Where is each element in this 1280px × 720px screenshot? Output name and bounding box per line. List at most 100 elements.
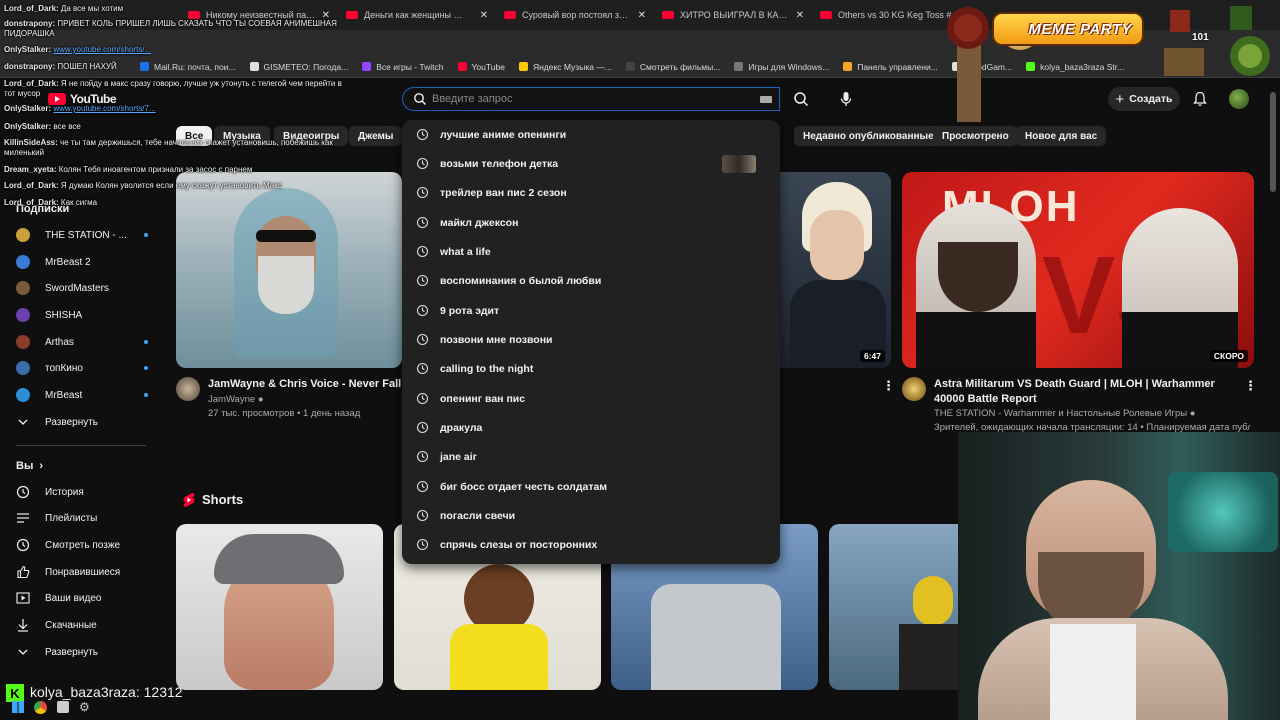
suggestion-text: лучшие аниме опенинги — [440, 128, 567, 141]
app-icon[interactable] — [57, 701, 69, 713]
video-thumbnail[interactable]: MLOH VS СКОРО — [902, 172, 1254, 368]
channel-avatar[interactable] — [902, 377, 926, 401]
bookmark-item[interactable]: YouTube — [457, 62, 505, 72]
voice-search-button[interactable] — [834, 87, 858, 111]
sidebar-item-mrbeast[interactable]: MrBeast — [16, 382, 156, 408]
chip-label: Просмотрено — [942, 130, 1009, 142]
settings-icon[interactable]: ⚙ — [79, 700, 90, 714]
sidebar-item-arthas[interactable]: Arthas — [16, 329, 156, 355]
chat-text: Колян Тебя иноагентом признали за засос … — [58, 165, 253, 174]
close-tab-icon[interactable]: ✕ — [480, 10, 488, 21]
bookmark-label: Все игры - Twitch — [376, 61, 444, 72]
suggestion-item[interactable]: трейлер ван пис 2 сезон — [402, 178, 780, 207]
chat-message: donstrapony: ПОШЕЛ НАХУЙ — [4, 62, 117, 71]
suggestion-item[interactable]: спрячь слезы от посторонних — [402, 530, 780, 559]
video-thumbnail[interactable]: 6:47 — [780, 172, 891, 368]
browser-tab[interactable]: ХИТРО ВЫИГРАЛ В КАРТЫ ВС ✕ — [654, 2, 812, 28]
suggestion-item[interactable]: what a life — [402, 237, 780, 266]
short-thumbnail[interactable] — [829, 524, 958, 690]
sidebar-item-label: SHISHA — [45, 309, 83, 321]
sidebar-item-watch-later[interactable]: Смотреть позже — [16, 532, 156, 558]
search-icon — [414, 93, 426, 105]
sunglasses-shape — [256, 230, 316, 242]
history-icon — [416, 509, 429, 522]
sidebar-item-shisha[interactable]: SHISHA — [16, 302, 156, 328]
chrome-icon[interactable] — [34, 700, 47, 714]
suggestion-item[interactable]: воспоминания о былой любви — [402, 266, 780, 295]
channel-name[interactable]: JamWayne ● — [208, 394, 264, 405]
mask-shape — [913, 576, 953, 626]
account-avatar[interactable] — [1229, 89, 1249, 109]
notifications-button[interactable] — [1190, 89, 1210, 109]
history-icon — [416, 480, 429, 493]
sidebar-item-label: MrBeast 2 — [45, 256, 91, 268]
chat-message: Lord_of_Dark: Я думаю Колян уволится есл… — [4, 181, 282, 190]
short-thumbnail[interactable] — [176, 524, 383, 690]
chip-new-for-you[interactable]: Новое для вас — [1016, 126, 1107, 146]
history-icon — [416, 304, 429, 317]
video-title[interactable]: JamWayne & Chris Voice - Never Fall (Of — [208, 377, 403, 392]
sidebar-item-liked[interactable]: Понравившиеся — [16, 559, 156, 585]
close-tab-icon[interactable]: ✕ — [796, 10, 804, 21]
suggestion-item[interactable]: майкл джексон — [402, 208, 780, 237]
chat-username: Dream_xyeta: — [4, 165, 57, 174]
sidebar-item-your-videos[interactable]: Ваши видео — [16, 585, 156, 611]
sidebar-item-playlists[interactable]: Плейлисты — [16, 505, 156, 531]
channel-avatar[interactable] — [176, 377, 200, 401]
bookmark-label: Яндекс Музыка —... — [532, 61, 612, 72]
bookmark-item[interactable]: Смотреть фильмы... — [625, 62, 720, 72]
chat-message: OnlyStalker: www.youtube.com/shorts/7... — [4, 104, 156, 113]
search-input[interactable] — [432, 89, 752, 109]
browser-tab[interactable]: Суровый вор постоял за пац ✕ — [496, 2, 654, 28]
cables-shape — [214, 534, 344, 584]
suggestion-text: 9 рота эдит — [440, 304, 500, 317]
suggestion-item[interactable]: jane air — [402, 442, 780, 471]
suggestion-item[interactable]: calling to the night — [402, 354, 780, 383]
page-scrollbar[interactable] — [1270, 92, 1276, 192]
video-title[interactable]: Astra Militarum VS Death Guard | MLOH | … — [934, 377, 1234, 407]
sidebar-item-topkino[interactable]: топКино — [16, 355, 156, 381]
search-button[interactable] — [786, 87, 816, 111]
channel-name-text: JamWayne — [208, 394, 256, 405]
sidebar-expand-you[interactable]: Развернуть — [16, 639, 156, 665]
sidebar-item-mrbeast2[interactable]: MrBeast 2 — [16, 249, 156, 275]
suggestion-item[interactable]: дракула — [402, 413, 780, 442]
you-section-title[interactable]: Вы › — [16, 460, 43, 472]
channel-name[interactable]: THE STATION - Warhammer и Настольные Рол… — [934, 408, 1195, 419]
bookmark-item[interactable]: Яндекс Музыка —... — [518, 61, 612, 72]
chat-text: все все — [53, 122, 81, 131]
score-counter: 101 — [1192, 32, 1209, 43]
sidebar-item-label: История — [45, 486, 84, 498]
sidebar-item-swordmasters[interactable]: SwordMasters — [16, 275, 156, 301]
suggestion-item[interactable]: лучшие аниме опенинги — [402, 120, 780, 149]
sidebar-item-history[interactable]: История — [16, 479, 156, 505]
chip-recently-uploaded[interactable]: Недавно опубликованные — [794, 126, 943, 146]
keyboard-icon[interactable] — [760, 96, 772, 103]
sidebar-expand-subscriptions[interactable]: Развернуть — [16, 409, 156, 435]
chat-link[interactable]: www.youtube.com/shorts/... — [53, 45, 151, 54]
tab-title: ХИТРО ВЫИГРАЛ В КАРТЫ ВС — [680, 10, 790, 20]
meme-banner-text: MEME PARTY — [1028, 20, 1132, 38]
suggestion-item[interactable]: биг босс отдает честь солдатам — [402, 472, 780, 501]
sidebar-item-downloads[interactable]: Скачанные — [16, 612, 156, 638]
chip-label: Недавно опубликованные — [803, 130, 934, 142]
close-tab-icon[interactable]: ✕ — [638, 10, 646, 21]
watch-later-icon — [16, 538, 30, 552]
history-icon — [16, 485, 30, 499]
create-button[interactable]: + Создать — [1108, 87, 1180, 111]
chip-watched[interactable]: Просмотрено — [933, 126, 1018, 146]
bookmark-item[interactable]: kolya_baza3raza Str... — [1026, 62, 1124, 72]
suggestion-item[interactable]: позвони мне позвони — [402, 325, 780, 354]
chat-link[interactable]: www.youtube.com/shorts/7... — [53, 104, 155, 113]
chevron-down-icon — [16, 415, 30, 429]
more-options-icon[interactable]: ⋮ — [882, 378, 895, 394]
bookmark-item[interactable]: Панель управлени... — [843, 62, 938, 72]
bookmark-item[interactable]: Игры для Windows... — [734, 62, 829, 72]
sidebar-item-label: Arthas — [45, 336, 74, 348]
windows-start-icon[interactable] — [12, 701, 24, 713]
more-options-icon[interactable]: ⋮ — [1244, 378, 1257, 394]
suggestion-item[interactable]: погасли свечи — [402, 501, 780, 530]
suggestion-item[interactable]: опенинг ван пис — [402, 384, 780, 413]
suggestion-item[interactable]: 9 рота эдит — [402, 296, 780, 325]
sidebar-item-the-station[interactable]: THE STATION - ... — [16, 222, 156, 248]
